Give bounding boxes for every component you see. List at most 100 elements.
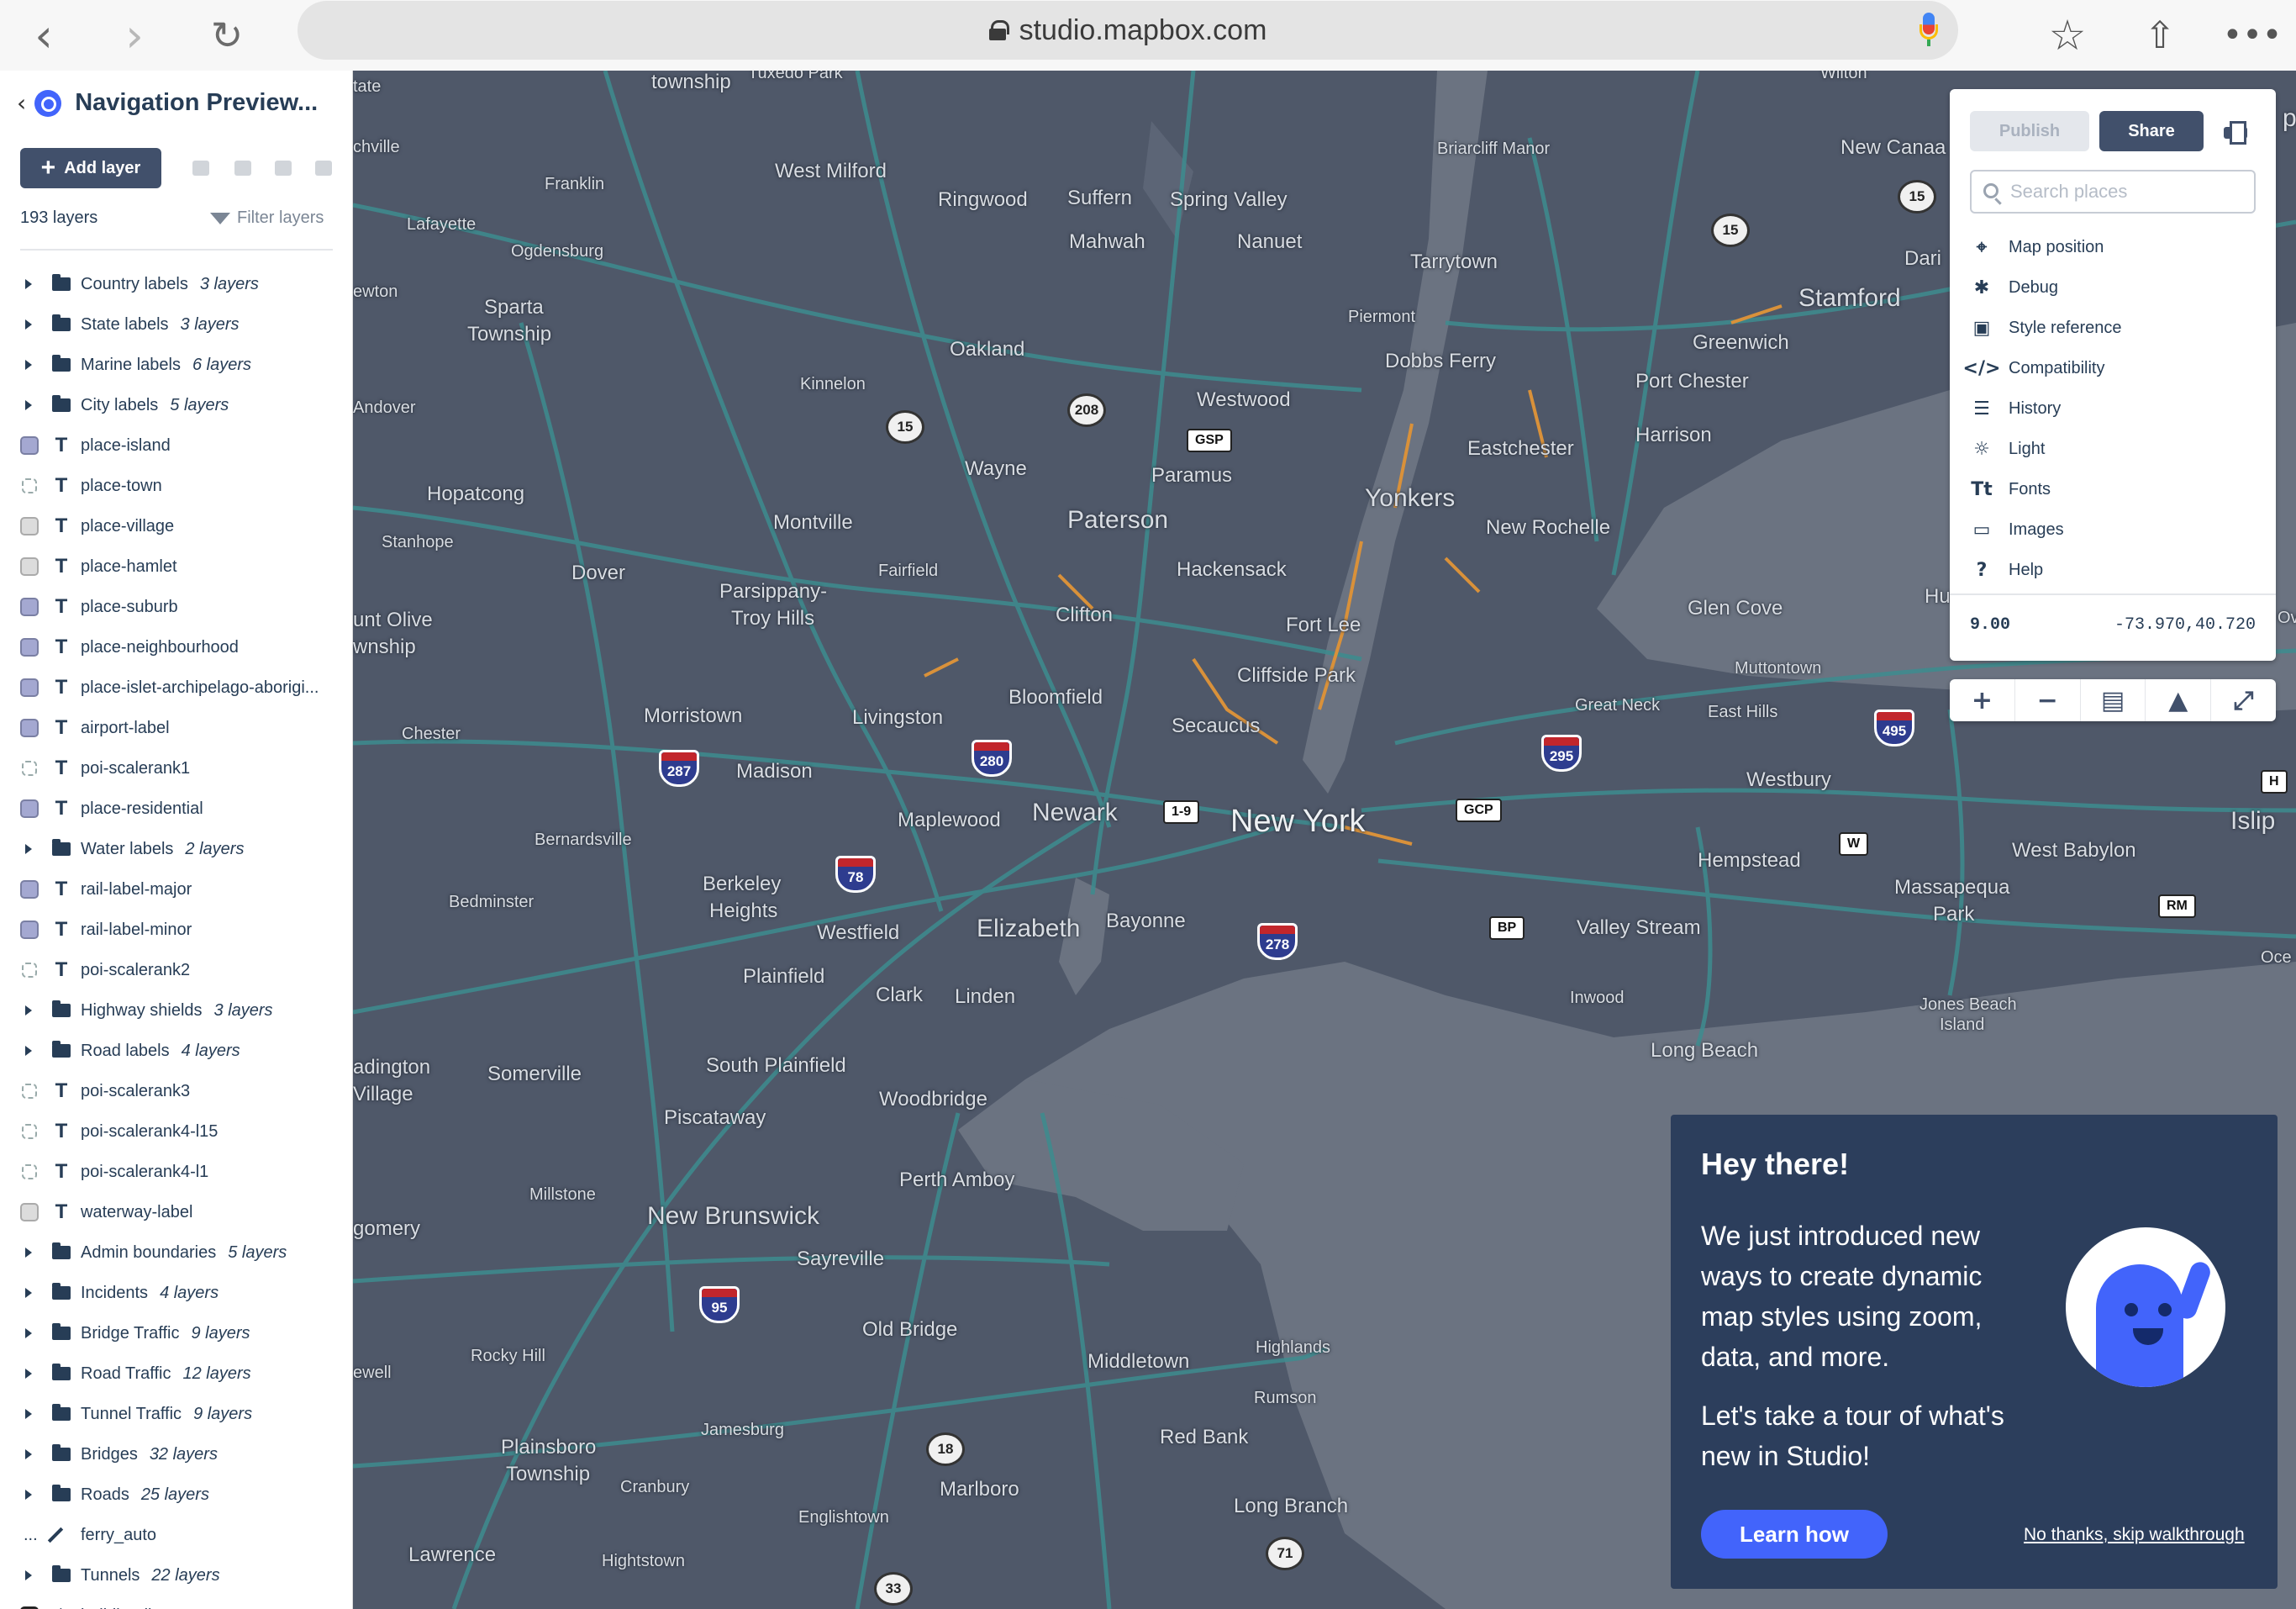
layer-row[interactable]: Trail-label-minor xyxy=(0,910,352,950)
expand-caret-icon[interactable] xyxy=(25,1288,32,1298)
layer-swatch xyxy=(20,678,39,697)
back-icon[interactable]: ‹ xyxy=(17,8,71,62)
layer-row[interactable]: State labels 3 layers xyxy=(0,304,352,345)
help-icon: ? xyxy=(1976,559,1988,581)
bookmark-star-icon[interactable]: ☆ xyxy=(2041,8,2094,62)
layer-row[interactable]: City labels 5 layers xyxy=(0,385,352,425)
layer-row[interactable]: Road labels 4 layers xyxy=(0,1031,352,1071)
filter-layers-button[interactable]: Filter layers xyxy=(210,208,324,228)
layer-row[interactable]: Tpoi-scalerank4-l15 xyxy=(0,1111,352,1152)
layer-row[interactable]: Country labels 3 layers xyxy=(0,264,352,304)
map-place-label: ewell xyxy=(353,1364,392,1382)
panel-menu-item[interactable]: ? Help xyxy=(1970,550,2122,590)
expand-caret-icon[interactable] xyxy=(25,1449,32,1459)
compass-icon[interactable]: ▲ xyxy=(2146,679,2212,721)
layer-row[interactable]: Incidents 4 layers xyxy=(0,1273,352,1313)
map-place-label: Village xyxy=(353,1083,413,1105)
layer-label: building-line xyxy=(81,1606,171,1609)
expand-caret-icon[interactable] xyxy=(25,400,32,410)
expand-caret-icon[interactable] xyxy=(25,1248,32,1258)
expand-caret-icon[interactable] xyxy=(25,1570,32,1580)
hide-layer-icon[interactable] xyxy=(272,158,294,178)
panel-menu-item[interactable]: </> Compatibility xyxy=(1963,348,2122,388)
layer-row[interactable]: Twaterway-label xyxy=(0,1192,352,1232)
add-layer-button[interactable]: + Add layer xyxy=(20,148,161,188)
microphone-icon[interactable] xyxy=(1919,13,1938,46)
filter-icon xyxy=(210,212,230,224)
map-place-label: Ove xyxy=(2278,609,2296,627)
layer-row[interactable]: Admin boundaries 5 layers xyxy=(0,1232,352,1273)
layer-row[interactable]: Marine labels 6 layers xyxy=(0,345,352,385)
layer-row[interactable]: Tpoi-scalerank1 xyxy=(0,748,352,789)
layer-row[interactable]: ... ferry_auto xyxy=(0,1515,352,1555)
text-type-icon: T xyxy=(55,1200,68,1223)
expand-caret-icon[interactable] xyxy=(25,1046,32,1056)
back-chevron-icon[interactable]: ‹ xyxy=(17,89,26,117)
expand-caret-icon[interactable] xyxy=(25,844,32,854)
panel-menu-item[interactable]: ⌖ Map position xyxy=(1970,227,2122,267)
expand-caret-icon[interactable] xyxy=(25,319,32,330)
layer-row[interactable]: Tplace-island xyxy=(0,425,352,466)
layer-row[interactable]: Roads 25 layers xyxy=(0,1474,352,1515)
layer-row[interactable]: Tpoi-scalerank2 xyxy=(0,950,352,990)
address-bar[interactable]: studio.mapbox.com xyxy=(298,1,1958,60)
expand-caret-icon[interactable] xyxy=(25,1490,32,1500)
fullscreen-icon[interactable]: ⤢ xyxy=(2211,679,2276,721)
forward-icon[interactable]: › xyxy=(108,8,161,62)
layer-row[interactable]: Highway shields 3 layers xyxy=(0,990,352,1031)
layer-row[interactable]: Tunnels 22 layers xyxy=(0,1555,352,1596)
layer-row[interactable]: Bridge Traffic 9 layers xyxy=(0,1313,352,1353)
duplicate-icon[interactable] xyxy=(190,158,212,178)
learn-how-button[interactable]: Learn how xyxy=(1701,1510,1888,1559)
panel-menu-item[interactable]: ☼ Light xyxy=(1970,429,2122,469)
style-name[interactable]: Navigation Preview... xyxy=(75,89,318,117)
layer-row[interactable]: Tplace-residential xyxy=(0,789,352,829)
reload-icon[interactable]: ↻ xyxy=(200,8,254,62)
layer-label: poi-scalerank2 xyxy=(81,960,191,979)
panel-menu-item[interactable]: ▭ Images xyxy=(1970,509,2122,550)
share-button[interactable]: Share xyxy=(2099,111,2204,151)
folder-icon xyxy=(52,1000,71,1017)
panel-menu-item[interactable]: Tt Fonts xyxy=(1970,469,2122,509)
layer-row[interactable]: Water labels 2 layers xyxy=(0,829,352,869)
layer-row[interactable]: Tplace-neighbourhood xyxy=(0,627,352,667)
print-icon[interactable] xyxy=(2224,119,2247,145)
map-place-label: New Rochelle xyxy=(1486,516,1611,539)
layer-row[interactable]: Tplace-hamlet xyxy=(0,546,352,587)
expand-caret-icon[interactable] xyxy=(25,1328,32,1338)
layer-row[interactable]: Tpoi-scalerank3 xyxy=(0,1071,352,1111)
layer-row[interactable]: Tunnel Traffic 9 layers xyxy=(0,1394,352,1434)
layer-row[interactable]: Tplace-village xyxy=(0,506,352,546)
expand-caret-icon[interactable] xyxy=(25,279,32,289)
zoom-in-button[interactable]: + xyxy=(1950,679,2015,721)
layer-row[interactable]: Road Traffic 12 layers xyxy=(0,1353,352,1394)
panel-menu-item[interactable]: ✱ Debug xyxy=(1970,267,2122,308)
layer-row[interactable]: Tpoi-scalerank4-l1 xyxy=(0,1152,352,1192)
trash-icon[interactable] xyxy=(313,158,334,178)
layer-row[interactable]: Tplace-town xyxy=(0,466,352,506)
panel-menu-item[interactable]: ▣ Style reference xyxy=(1970,308,2122,348)
map-place-label: Muttontown xyxy=(1735,659,1822,678)
expand-caret-icon[interactable] xyxy=(25,1409,32,1419)
more-icon[interactable]: ••• xyxy=(2223,8,2283,62)
zoom-out-button[interactable]: − xyxy=(2015,679,2081,721)
layer-row[interactable]: building-line xyxy=(0,1596,352,1609)
expand-caret-icon[interactable] xyxy=(25,1005,32,1016)
map-place-label: Newark xyxy=(1032,799,1118,826)
share-icon[interactable]: ⇧ xyxy=(2133,8,2187,62)
publish-button[interactable]: Publish xyxy=(1970,111,2089,151)
skip-walkthrough-link[interactable]: No thanks, skip walkthrough xyxy=(2024,1525,2245,1545)
layer-row[interactable]: Tairport-label xyxy=(0,708,352,748)
inspect-icon[interactable]: ▤ xyxy=(2081,679,2146,721)
search-places-input[interactable]: Search places xyxy=(1970,170,2256,214)
panel-menu-item[interactable]: ☰ History xyxy=(1970,388,2122,429)
layer-row[interactable]: Tplace-suburb xyxy=(0,587,352,627)
expand-caret-icon[interactable] xyxy=(25,1369,32,1379)
layer-row[interactable]: Trail-label-major xyxy=(0,869,352,910)
expand-caret-icon[interactable] xyxy=(25,360,32,370)
layer-row[interactable]: Bridges 32 layers xyxy=(0,1434,352,1474)
interstate-shield: 287 xyxy=(659,750,699,787)
layer-row[interactable]: Tplace-islet-archipelago-aborigi... xyxy=(0,667,352,708)
layer-swatch xyxy=(20,557,39,576)
group-folder-icon[interactable] xyxy=(232,158,254,178)
